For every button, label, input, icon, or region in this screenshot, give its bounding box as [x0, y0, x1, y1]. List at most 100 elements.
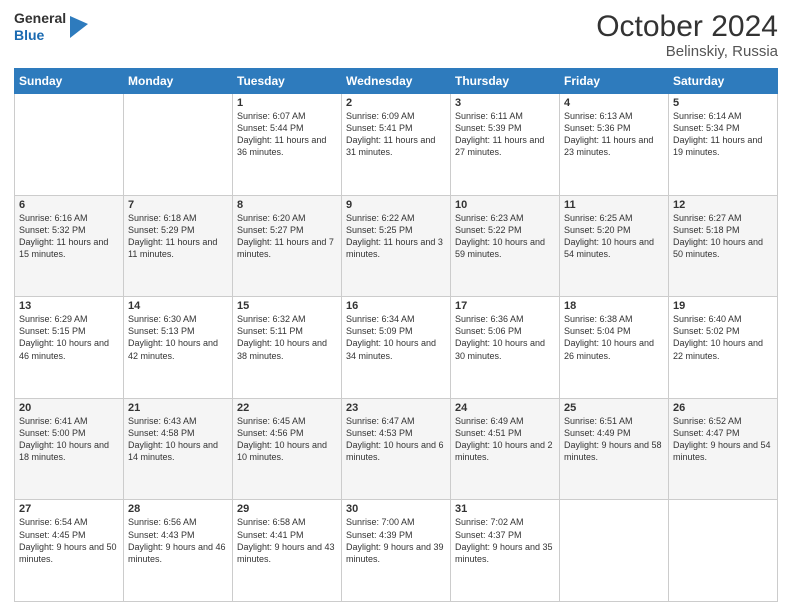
- day-number: 10: [455, 199, 555, 211]
- day-number: 14: [128, 300, 228, 312]
- column-header-monday: Monday: [124, 69, 233, 94]
- calendar-cell: 14Sunrise: 6:30 AMSunset: 5:13 PMDayligh…: [124, 297, 233, 399]
- calendar-header-row: SundayMondayTuesdayWednesdayThursdayFrid…: [15, 69, 778, 94]
- logo-general: General: [14, 10, 66, 27]
- logo-blue: Blue: [14, 27, 66, 44]
- calendar-cell: 17Sunrise: 6:36 AMSunset: 5:06 PMDayligh…: [451, 297, 560, 399]
- day-info: Sunrise: 6:32 AMSunset: 5:11 PMDaylight:…: [237, 313, 337, 362]
- day-number: 9: [346, 199, 446, 211]
- day-number: 13: [19, 300, 119, 312]
- calendar-cell: 31Sunrise: 7:02 AMSunset: 4:37 PMDayligh…: [451, 500, 560, 602]
- day-number: 24: [455, 402, 555, 414]
- column-header-friday: Friday: [560, 69, 669, 94]
- calendar-cell: [560, 500, 669, 602]
- page-header: General Blue October 2024 Belinskiy, Rus…: [14, 10, 778, 60]
- day-info: Sunrise: 6:30 AMSunset: 5:13 PMDaylight:…: [128, 313, 228, 362]
- calendar-cell: 5Sunrise: 6:14 AMSunset: 5:34 PMDaylight…: [669, 94, 778, 196]
- calendar-cell: 23Sunrise: 6:47 AMSunset: 4:53 PMDayligh…: [342, 398, 451, 500]
- calendar-cell: 1Sunrise: 6:07 AMSunset: 5:44 PMDaylight…: [233, 94, 342, 196]
- day-info: Sunrise: 6:58 AMSunset: 4:41 PMDaylight:…: [237, 516, 337, 565]
- day-number: 16: [346, 300, 446, 312]
- calendar-cell: 11Sunrise: 6:25 AMSunset: 5:20 PMDayligh…: [560, 195, 669, 297]
- day-info: Sunrise: 6:38 AMSunset: 5:04 PMDaylight:…: [564, 313, 664, 362]
- logo-icon: [70, 16, 88, 38]
- calendar-cell: 6Sunrise: 6:16 AMSunset: 5:32 PMDaylight…: [15, 195, 124, 297]
- day-info: Sunrise: 6:56 AMSunset: 4:43 PMDaylight:…: [128, 516, 228, 565]
- calendar-week-row: 20Sunrise: 6:41 AMSunset: 5:00 PMDayligh…: [15, 398, 778, 500]
- calendar-cell: 9Sunrise: 6:22 AMSunset: 5:25 PMDaylight…: [342, 195, 451, 297]
- calendar-cell: 18Sunrise: 6:38 AMSunset: 5:04 PMDayligh…: [560, 297, 669, 399]
- day-number: 12: [673, 199, 773, 211]
- day-info: Sunrise: 6:23 AMSunset: 5:22 PMDaylight:…: [455, 212, 555, 261]
- day-number: 4: [564, 97, 664, 109]
- calendar-week-row: 27Sunrise: 6:54 AMSunset: 4:45 PMDayligh…: [15, 500, 778, 602]
- calendar-cell: 12Sunrise: 6:27 AMSunset: 5:18 PMDayligh…: [669, 195, 778, 297]
- calendar-week-row: 1Sunrise: 6:07 AMSunset: 5:44 PMDaylight…: [15, 94, 778, 196]
- day-number: 19: [673, 300, 773, 312]
- day-info: Sunrise: 6:07 AMSunset: 5:44 PMDaylight:…: [237, 110, 337, 159]
- day-info: Sunrise: 6:51 AMSunset: 4:49 PMDaylight:…: [564, 415, 664, 464]
- calendar-cell: 13Sunrise: 6:29 AMSunset: 5:15 PMDayligh…: [15, 297, 124, 399]
- calendar-cell: 4Sunrise: 6:13 AMSunset: 5:36 PMDaylight…: [560, 94, 669, 196]
- day-info: Sunrise: 6:25 AMSunset: 5:20 PMDaylight:…: [564, 212, 664, 261]
- day-info: Sunrise: 6:16 AMSunset: 5:32 PMDaylight:…: [19, 212, 119, 261]
- calendar-cell: 22Sunrise: 6:45 AMSunset: 4:56 PMDayligh…: [233, 398, 342, 500]
- day-number: 11: [564, 199, 664, 211]
- calendar-week-row: 6Sunrise: 6:16 AMSunset: 5:32 PMDaylight…: [15, 195, 778, 297]
- calendar-cell: 2Sunrise: 6:09 AMSunset: 5:41 PMDaylight…: [342, 94, 451, 196]
- title-section: October 2024 Belinskiy, Russia: [596, 10, 778, 60]
- column-header-saturday: Saturday: [669, 69, 778, 94]
- calendar-cell: 16Sunrise: 6:34 AMSunset: 5:09 PMDayligh…: [342, 297, 451, 399]
- calendar-cell: [15, 94, 124, 196]
- day-info: Sunrise: 6:09 AMSunset: 5:41 PMDaylight:…: [346, 110, 446, 159]
- day-info: Sunrise: 6:18 AMSunset: 5:29 PMDaylight:…: [128, 212, 228, 261]
- calendar-cell: 30Sunrise: 7:00 AMSunset: 4:39 PMDayligh…: [342, 500, 451, 602]
- day-number: 2: [346, 97, 446, 109]
- calendar-cell: 15Sunrise: 6:32 AMSunset: 5:11 PMDayligh…: [233, 297, 342, 399]
- day-number: 28: [128, 503, 228, 515]
- day-number: 27: [19, 503, 119, 515]
- day-number: 29: [237, 503, 337, 515]
- day-number: 30: [346, 503, 446, 515]
- day-info: Sunrise: 6:13 AMSunset: 5:36 PMDaylight:…: [564, 110, 664, 159]
- column-header-sunday: Sunday: [15, 69, 124, 94]
- calendar-cell: 24Sunrise: 6:49 AMSunset: 4:51 PMDayligh…: [451, 398, 560, 500]
- calendar-cell: 10Sunrise: 6:23 AMSunset: 5:22 PMDayligh…: [451, 195, 560, 297]
- day-number: 26: [673, 402, 773, 414]
- day-number: 23: [346, 402, 446, 414]
- day-number: 17: [455, 300, 555, 312]
- day-info: Sunrise: 6:41 AMSunset: 5:00 PMDaylight:…: [19, 415, 119, 464]
- day-number: 1: [237, 97, 337, 109]
- day-number: 25: [564, 402, 664, 414]
- calendar-cell: 21Sunrise: 6:43 AMSunset: 4:58 PMDayligh…: [124, 398, 233, 500]
- day-number: 15: [237, 300, 337, 312]
- day-info: Sunrise: 6:49 AMSunset: 4:51 PMDaylight:…: [455, 415, 555, 464]
- day-info: Sunrise: 6:14 AMSunset: 5:34 PMDaylight:…: [673, 110, 773, 159]
- main-title: October 2024: [596, 10, 778, 43]
- day-info: Sunrise: 7:00 AMSunset: 4:39 PMDaylight:…: [346, 516, 446, 565]
- calendar-cell: 8Sunrise: 6:20 AMSunset: 5:27 PMDaylight…: [233, 195, 342, 297]
- day-number: 6: [19, 199, 119, 211]
- day-number: 21: [128, 402, 228, 414]
- day-info: Sunrise: 6:34 AMSunset: 5:09 PMDaylight:…: [346, 313, 446, 362]
- calendar-cell: 26Sunrise: 6:52 AMSunset: 4:47 PMDayligh…: [669, 398, 778, 500]
- calendar-week-row: 13Sunrise: 6:29 AMSunset: 5:15 PMDayligh…: [15, 297, 778, 399]
- day-number: 8: [237, 199, 337, 211]
- day-number: 31: [455, 503, 555, 515]
- day-number: 22: [237, 402, 337, 414]
- calendar-cell: [669, 500, 778, 602]
- column-header-tuesday: Tuesday: [233, 69, 342, 94]
- day-info: Sunrise: 6:27 AMSunset: 5:18 PMDaylight:…: [673, 212, 773, 261]
- calendar-cell: 20Sunrise: 6:41 AMSunset: 5:00 PMDayligh…: [15, 398, 124, 500]
- calendar-cell: 7Sunrise: 6:18 AMSunset: 5:29 PMDaylight…: [124, 195, 233, 297]
- calendar-cell: 28Sunrise: 6:56 AMSunset: 4:43 PMDayligh…: [124, 500, 233, 602]
- day-number: 18: [564, 300, 664, 312]
- day-info: Sunrise: 6:52 AMSunset: 4:47 PMDaylight:…: [673, 415, 773, 464]
- day-info: Sunrise: 6:22 AMSunset: 5:25 PMDaylight:…: [346, 212, 446, 261]
- day-number: 7: [128, 199, 228, 211]
- day-info: Sunrise: 6:36 AMSunset: 5:06 PMDaylight:…: [455, 313, 555, 362]
- day-number: 20: [19, 402, 119, 414]
- day-info: Sunrise: 6:20 AMSunset: 5:27 PMDaylight:…: [237, 212, 337, 261]
- calendar-cell: [124, 94, 233, 196]
- day-info: Sunrise: 7:02 AMSunset: 4:37 PMDaylight:…: [455, 516, 555, 565]
